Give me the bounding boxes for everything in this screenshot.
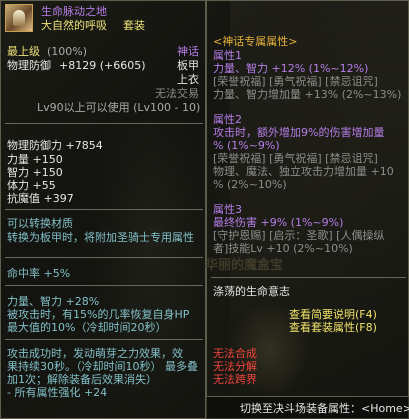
- defense-label: 物理防御: [7, 59, 51, 72]
- item-tooltip-right: <神话专属属性> 属性1 力量、智力 +12% (1%~12%) [荣誉祝福] …: [205, 0, 409, 419]
- restriction-crossworld: 无法跨界: [213, 373, 257, 386]
- hit-rate: 命中率 +5%: [7, 267, 71, 280]
- item-level-pct: (100%): [47, 45, 88, 58]
- item-set-name: 大自然的呼吸: [41, 19, 107, 32]
- myth-attr1-line: 力量、智力 +12% (1%~12%): [213, 62, 369, 75]
- view-set-link[interactable]: 查看套装属性(F8): [289, 321, 377, 334]
- myth-attr2-line2: % (1%~9%): [213, 139, 280, 152]
- myth-attr1-title: 属性1: [213, 49, 242, 62]
- view-brief-link[interactable]: 查看简要说明(F4): [289, 308, 377, 321]
- stat-str: 力量 +150: [7, 153, 63, 166]
- footer-bar: 切换至决斗场装备属性：<Home>: [206, 396, 409, 419]
- separator: [5, 257, 203, 258]
- item-icon: [5, 4, 33, 32]
- myth-attr2-line1: 攻击时，额外增加9%的伤害增加量: [213, 126, 385, 139]
- effect-line-1: 力量、智力 +28%: [7, 295, 100, 308]
- restriction-disassemble: 无法分解: [213, 360, 257, 373]
- myth-attr2-bless: [荣誉祝福] [勇气祝福] [禁忌诅咒]: [213, 152, 378, 165]
- watermark: 华丽的魔盒宝: [205, 258, 284, 273]
- convert-line-2: 转换为板甲时，将附加圣骑士专用属性: [7, 231, 194, 244]
- myth-attr1-bless: [荣誉祝福] [勇气祝福] [禁忌诅咒]: [213, 75, 378, 88]
- switch-pvp-stats-hint[interactable]: 切换至决斗场装备属性：<Home>: [240, 402, 409, 415]
- stat-vit: 体力 +55: [7, 179, 56, 192]
- separator: [5, 285, 203, 286]
- stat-resist: 抗魔值 +397: [7, 192, 74, 205]
- myth-attr3-bonus: 者]技能Lv +10 (2%~10%): [213, 242, 353, 255]
- set-will-name: 涤荡的生命意志: [213, 285, 290, 298]
- stat-phys-def: 物理防御力 +7854: [7, 139, 103, 152]
- proc-line-3: 加1次；解除装备后效果消失）: [7, 373, 157, 386]
- convert-line-1: 可以转换材质: [7, 217, 73, 230]
- separator: [5, 339, 203, 340]
- myth-attr2-bonus-2: % (2%~10%): [213, 178, 287, 191]
- item-slot: 上衣: [177, 73, 199, 86]
- proc-line-2: 果持续30秒。（冷却时间10秒） 最多叠: [7, 360, 198, 373]
- myth-attr3-line: 最终伤害 +9% (1%~9%): [213, 216, 344, 229]
- item-name: 生命脉动之地: [41, 5, 107, 18]
- proc-line-1: 攻击成功时，发动萌芽之力效果，效: [7, 347, 183, 360]
- effect-line-2: 被攻击时，有15%的几率恢复自身HP: [7, 308, 190, 321]
- defense-value: +8129 (+6605): [59, 59, 146, 72]
- myth-attr2-bonus-1: 物理、魔法、独立攻击力增加量 +10: [213, 165, 394, 178]
- item-rarity: 神话: [177, 45, 199, 58]
- effect-line-3: 最大值的10%（冷却时间20秒）: [7, 321, 167, 334]
- item-level-req: Lv90以上可以使用 (Lv100 - 10): [37, 101, 201, 114]
- proc-line-4: - 所有属性强化 +24: [7, 386, 108, 399]
- separator: [5, 123, 203, 124]
- myth-attr2-title: 属性2: [213, 113, 242, 126]
- item-set-tag: 套装: [123, 19, 145, 32]
- item-tooltip-left: 生命脉动之地 大自然的呼吸 套装 最上级 (100%) 神话 物理防御 +812…: [0, 0, 206, 419]
- item-tradable: 无法交易: [155, 87, 199, 100]
- restriction-synthesis: 无法合成: [213, 347, 257, 360]
- myth-attr3-bless: [守护恩赐] [启示：圣歌] [人偶操纵: [213, 229, 385, 242]
- myth-attr3-title: 属性3: [213, 203, 242, 216]
- item-slot-type: 板甲: [177, 59, 199, 72]
- separator: [5, 209, 203, 210]
- myth-attr1-bonus: 力量、智力增加量 +13% (2%~13%): [213, 88, 402, 101]
- myth-header: <神话专属属性>: [213, 35, 298, 48]
- item-level-label: 最上级: [7, 45, 40, 58]
- stat-int: 智力 +150: [7, 166, 63, 179]
- separator: [211, 277, 406, 278]
